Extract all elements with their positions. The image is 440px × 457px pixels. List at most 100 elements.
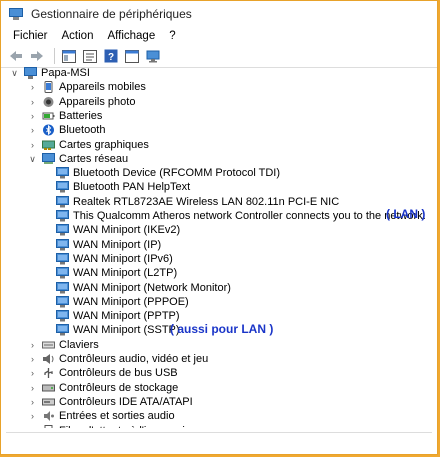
- show-hide-tree-button[interactable]: [60, 48, 78, 64]
- menu-fichier[interactable]: Fichier: [7, 30, 56, 42]
- window-title: Gestionnaire de périphériques: [31, 7, 192, 21]
- expand-right-icon[interactable]: ›: [28, 140, 37, 150]
- audio-io-icon: [42, 410, 55, 422]
- expand-right-icon[interactable]: ›: [28, 411, 37, 421]
- help-icon: ?: [104, 49, 118, 63]
- tree-item-label: Contrôleurs de stockage: [59, 382, 179, 394]
- tree-category[interactable]: › Cartes graphiques: [28, 138, 149, 152]
- tree-item-label: Entrées et sorties audio: [59, 410, 175, 422]
- properties-icon: [83, 49, 97, 63]
- title-bar: Gestionnaire de périphériques: [1, 1, 437, 27]
- network-adapter-icon: [56, 196, 69, 208]
- expand-down-icon[interactable]: ∨: [28, 154, 37, 164]
- expand-down-icon[interactable]: ∨: [10, 68, 19, 78]
- expand-right-icon[interactable]: ›: [28, 368, 37, 378]
- tree-item-label: WAN Miniport (IP): [73, 239, 162, 251]
- tree-network-adapter[interactable]: Bluetooth Device (RFCOMM Protocol TDI): [56, 166, 280, 180]
- device-tree: ∨ Papa-MSI › Appareils mobiles › Appareils ph…: [0, 66, 438, 428]
- expand-right-icon[interactable]: ›: [28, 354, 37, 364]
- tree-network-adapter[interactable]: Bluetooth PAN HelpText: [56, 180, 190, 194]
- tree-network-adapter[interactable]: WAN Miniport (Network Monitor): [56, 281, 231, 295]
- tree-item-label: Bluetooth Device (RFCOMM Protocol TDI): [73, 167, 281, 179]
- tree-network-adapter[interactable]: WAN Miniport (SSTP): [56, 323, 180, 337]
- tree-item-label: Appareils mobiles: [59, 81, 146, 93]
- menu-help[interactable]: ?: [163, 30, 183, 42]
- back-arrow-icon: [10, 51, 22, 61]
- tree-category[interactable]: › Contrôleurs de stockage: [28, 381, 178, 395]
- tree-network-adapter[interactable]: WAN Miniport (IKEv2): [56, 223, 180, 237]
- tree-item-label: Appareils photo: [59, 96, 136, 108]
- display-adapter-icon: [42, 139, 55, 151]
- expand-right-icon[interactable]: ›: [28, 125, 37, 135]
- tree-network-adapter[interactable]: This Qualcomm Atheros network Controller…: [56, 209, 426, 223]
- network-adapter-icon: [56, 310, 69, 322]
- tree-item-label: Cartes réseau: [59, 153, 129, 165]
- network-category-icon: [42, 153, 55, 165]
- expand-right-icon[interactable]: ›: [28, 426, 37, 428]
- tree-item-label: Cartes graphiques: [59, 139, 149, 151]
- tree-item-label: WAN Miniport (IKEv2): [73, 224, 181, 236]
- computer-icon: [24, 67, 37, 79]
- device-manager-icon: [9, 8, 23, 20]
- expand-right-icon[interactable]: ›: [28, 397, 37, 407]
- tree-category[interactable]: › Contrôleurs IDE ATA/ATAPI: [28, 395, 193, 409]
- network-adapter-icon: [56, 324, 69, 336]
- tree-network-adapter[interactable]: WAN Miniport (PPPOE): [56, 295, 189, 309]
- horizontal-scrollbar[interactable]: [6, 432, 432, 449]
- back-button[interactable]: [7, 48, 25, 64]
- expand-right-icon[interactable]: ›: [28, 340, 37, 350]
- usb-icon: [42, 367, 55, 379]
- menu-affichage[interactable]: Affichage: [101, 30, 163, 42]
- tree-category[interactable]: › Appareils photo: [28, 95, 135, 109]
- annotation-lan: ( LAN ): [386, 207, 426, 221]
- tree-item-label: WAN Miniport (L2TP): [73, 267, 178, 279]
- expand-right-icon[interactable]: ›: [28, 82, 37, 92]
- tree-category[interactable]: › Files d'attente à l'impression :: [28, 424, 203, 428]
- tree-item-label: Realtek RTL8723AE Wireless LAN 802.11n P…: [73, 196, 340, 208]
- tree-view-icon: [62, 49, 76, 63]
- properties-button[interactable]: [81, 48, 99, 64]
- network-adapter-icon: [56, 181, 69, 193]
- tree-category[interactable]: › Contrôleurs audio, vidéo et jeu: [28, 352, 208, 366]
- tree-category[interactable]: › Appareils mobiles: [28, 80, 146, 94]
- tree-network-adapter[interactable]: WAN Miniport (IPv6): [56, 252, 173, 266]
- tree-network-adapter[interactable]: Realtek RTL8723AE Wireless LAN 802.11n P…: [56, 195, 339, 209]
- monitor-icon: [146, 50, 160, 62]
- menu-bar: Fichier Action Affichage ?: [1, 27, 437, 45]
- speaker-icon: [42, 353, 55, 365]
- forward-arrow-icon: [31, 51, 43, 61]
- window-view-icon: [125, 49, 139, 63]
- menu-action[interactable]: Action: [56, 30, 102, 42]
- tree-category[interactable]: › Batteries: [28, 109, 102, 123]
- tree-item-label: WAN Miniport (SSTP): [73, 324, 180, 336]
- tree-network-adapter[interactable]: WAN Miniport (PPTP): [56, 309, 180, 323]
- action-view-button[interactable]: [123, 48, 141, 64]
- svg-text:?: ?: [108, 52, 114, 63]
- tree-item-label: Bluetooth PAN HelpText: [73, 181, 191, 193]
- tree-item-label: Batteries: [59, 110, 103, 122]
- expand-right-icon[interactable]: ›: [28, 97, 37, 107]
- tree-item-label: This Qualcomm Atheros network Controller…: [73, 210, 426, 222]
- expand-right-icon[interactable]: ›: [28, 383, 37, 393]
- network-adapter-icon: [56, 167, 69, 179]
- forward-button[interactable]: [28, 48, 46, 64]
- tree-network-adapter[interactable]: WAN Miniport (L2TP): [56, 266, 177, 280]
- expand-right-icon[interactable]: ›: [28, 111, 37, 121]
- tree-item-label: WAN Miniport (IPv6): [73, 253, 173, 265]
- scan-hardware-button[interactable]: [144, 48, 162, 64]
- tree-category[interactable]: › Entrées et sorties audio: [28, 409, 175, 423]
- bluetooth-icon: [42, 124, 55, 136]
- network-adapter-icon: [56, 253, 69, 265]
- tree-category[interactable]: › Contrôleurs de bus USB: [28, 366, 178, 380]
- network-adapter-icon: [56, 296, 69, 308]
- tree-category[interactable]: › Claviers: [28, 338, 99, 352]
- tree-category[interactable]: › Bluetooth: [28, 123, 105, 137]
- tree-item-label: WAN Miniport (PPTP): [73, 310, 180, 322]
- tree-category-network[interactable]: ∨ Cartes réseau: [28, 152, 128, 166]
- help-button[interactable]: ?: [102, 48, 120, 64]
- printer-icon: [42, 425, 55, 428]
- tree-item-label: Contrôleurs audio, vidéo et jeu: [59, 353, 209, 365]
- phone-icon: [42, 81, 55, 93]
- tree-network-adapter[interactable]: WAN Miniport (IP): [56, 238, 161, 252]
- tree-root-computer[interactable]: ∨ Papa-MSI: [10, 66, 90, 80]
